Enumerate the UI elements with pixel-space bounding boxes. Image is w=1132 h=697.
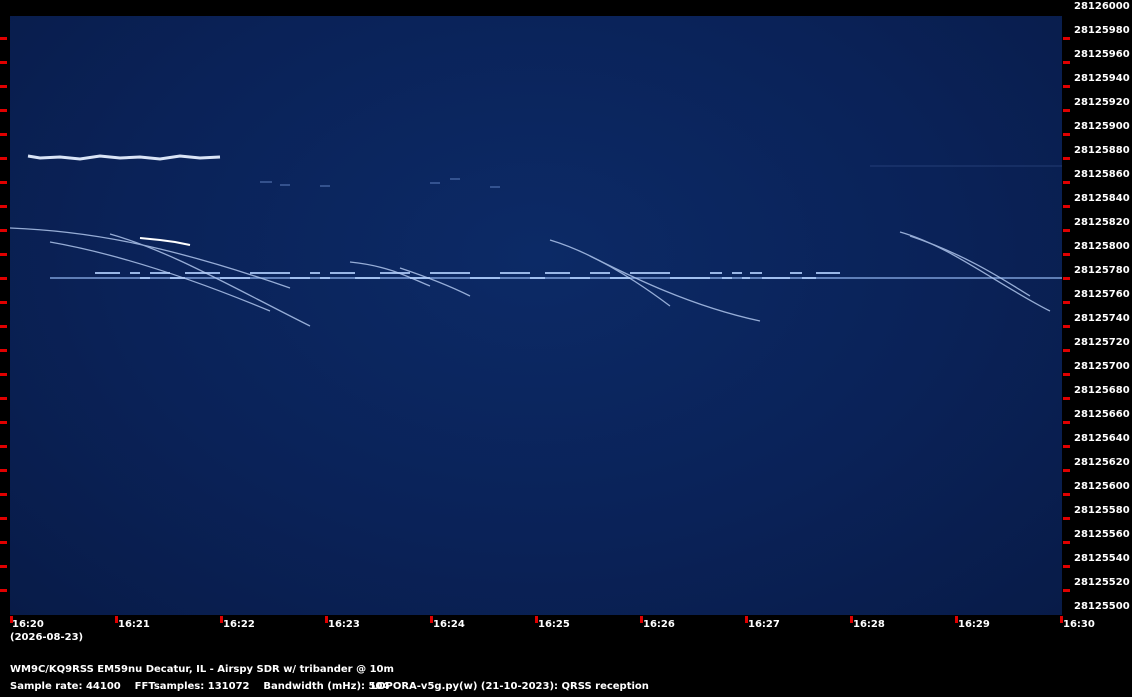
software-info: LOPORA-v5g.py(w) (21-10-2023): QRSS rece… — [371, 681, 649, 692]
freq-tick — [1063, 541, 1070, 544]
time-label: 16:29 — [958, 619, 990, 630]
freq-tick — [1063, 181, 1070, 184]
date-label: (2026-08-23) — [10, 632, 84, 643]
station-info: WM9C/KQ9RSS EM59nu Decatur, IL - Airspy … — [10, 664, 394, 675]
freq-label: 28125620 — [1074, 457, 1130, 468]
freq-tick — [1063, 157, 1070, 160]
time-label: 16:21 — [118, 619, 150, 630]
drift-signal-1 — [27, 154, 221, 161]
freq-label: 28125920 — [1074, 97, 1130, 108]
freq-tick — [1063, 109, 1070, 112]
freq-tick — [0, 277, 7, 280]
freq-tick — [1063, 325, 1070, 328]
time-label: 16:26 — [643, 619, 675, 630]
time-label: 16:24 — [433, 619, 465, 630]
time-label: 16:25 — [538, 619, 570, 630]
freq-tick — [0, 301, 7, 304]
freq-tick — [1063, 133, 1070, 136]
freq-label: 28125860 — [1074, 169, 1130, 180]
freq-tick — [1063, 565, 1070, 568]
freq-tick — [0, 205, 7, 208]
freq-tick — [0, 565, 7, 568]
time-label: 16:22 — [223, 619, 255, 630]
freq-tick — [0, 373, 7, 376]
freq-label: 28125960 — [1074, 49, 1130, 60]
spectrogram-area — [10, 16, 1062, 615]
time-label: 16:23 — [328, 619, 360, 630]
freq-label: 28125700 — [1074, 361, 1130, 372]
freq-tick — [1063, 85, 1070, 88]
freq-tick — [1063, 349, 1070, 352]
freq-tick — [1063, 589, 1070, 592]
freq-label: 28125800 — [1074, 241, 1130, 252]
freq-tick — [0, 421, 7, 424]
capture-params: Sample rate: 44100 FFTsamples: 131072 Ba… — [10, 681, 390, 692]
freq-tick — [0, 541, 7, 544]
freq-tick — [1063, 61, 1070, 64]
freq-label: 28125540 — [1074, 553, 1130, 564]
time-label: 16:20 — [12, 619, 44, 630]
freq-tick — [0, 37, 7, 40]
freq-label: 28125520 — [1074, 577, 1130, 588]
freq-label: 28125840 — [1074, 193, 1130, 204]
freq-tick — [1063, 301, 1070, 304]
freq-label: 28125900 — [1074, 121, 1130, 132]
freq-tick — [0, 469, 7, 472]
freq-tick — [0, 157, 7, 160]
freq-label: 28126000 — [1074, 1, 1130, 12]
time-label: 16:27 — [748, 619, 780, 630]
freq-tick — [0, 85, 7, 88]
freq-label: 28125560 — [1074, 529, 1130, 540]
freq-tick — [0, 349, 7, 352]
signal-traces — [10, 154, 1062, 327]
freq-tick — [0, 181, 7, 184]
freq-label: 28125720 — [1074, 337, 1130, 348]
freq-tick — [1063, 445, 1070, 448]
freq-label: 28125580 — [1074, 505, 1130, 516]
freq-label: 28125660 — [1074, 409, 1130, 420]
freq-label: 28125640 — [1074, 433, 1130, 444]
freq-label: 28125780 — [1074, 265, 1130, 276]
freq-label: 28125760 — [1074, 289, 1130, 300]
freq-tick — [0, 589, 7, 592]
freq-tick — [1063, 469, 1070, 472]
time-label: 16:30 — [1063, 619, 1095, 630]
freq-tick — [0, 517, 7, 520]
freq-tick — [1063, 493, 1070, 496]
freq-tick — [1063, 421, 1070, 424]
freq-label: 28125680 — [1074, 385, 1130, 396]
freq-label: 28125820 — [1074, 217, 1130, 228]
freq-label: 28125940 — [1074, 73, 1130, 84]
freq-tick — [1063, 277, 1070, 280]
freq-tick — [1063, 253, 1070, 256]
time-label: 16:28 — [853, 619, 885, 630]
freq-tick — [0, 133, 7, 136]
freq-tick — [0, 397, 7, 400]
freq-tick — [1063, 373, 1070, 376]
freq-tick — [0, 109, 7, 112]
freq-tick — [1063, 37, 1070, 40]
freq-tick — [0, 325, 7, 328]
freq-tick — [0, 253, 7, 256]
freq-tick — [1063, 517, 1070, 520]
freq-label: 28125600 — [1074, 481, 1130, 492]
freq-tick — [1063, 205, 1070, 208]
freq-tick — [1063, 229, 1070, 232]
freq-tick — [1063, 397, 1070, 400]
freq-tick — [0, 61, 7, 64]
freq-label: 28125980 — [1074, 25, 1130, 36]
freq-label: 28125740 — [1074, 313, 1130, 324]
freq-tick — [0, 445, 7, 448]
freq-label: 28125880 — [1074, 145, 1130, 156]
freq-label: 28125500 — [1074, 601, 1130, 612]
freq-tick — [0, 493, 7, 496]
freq-tick — [0, 229, 7, 232]
